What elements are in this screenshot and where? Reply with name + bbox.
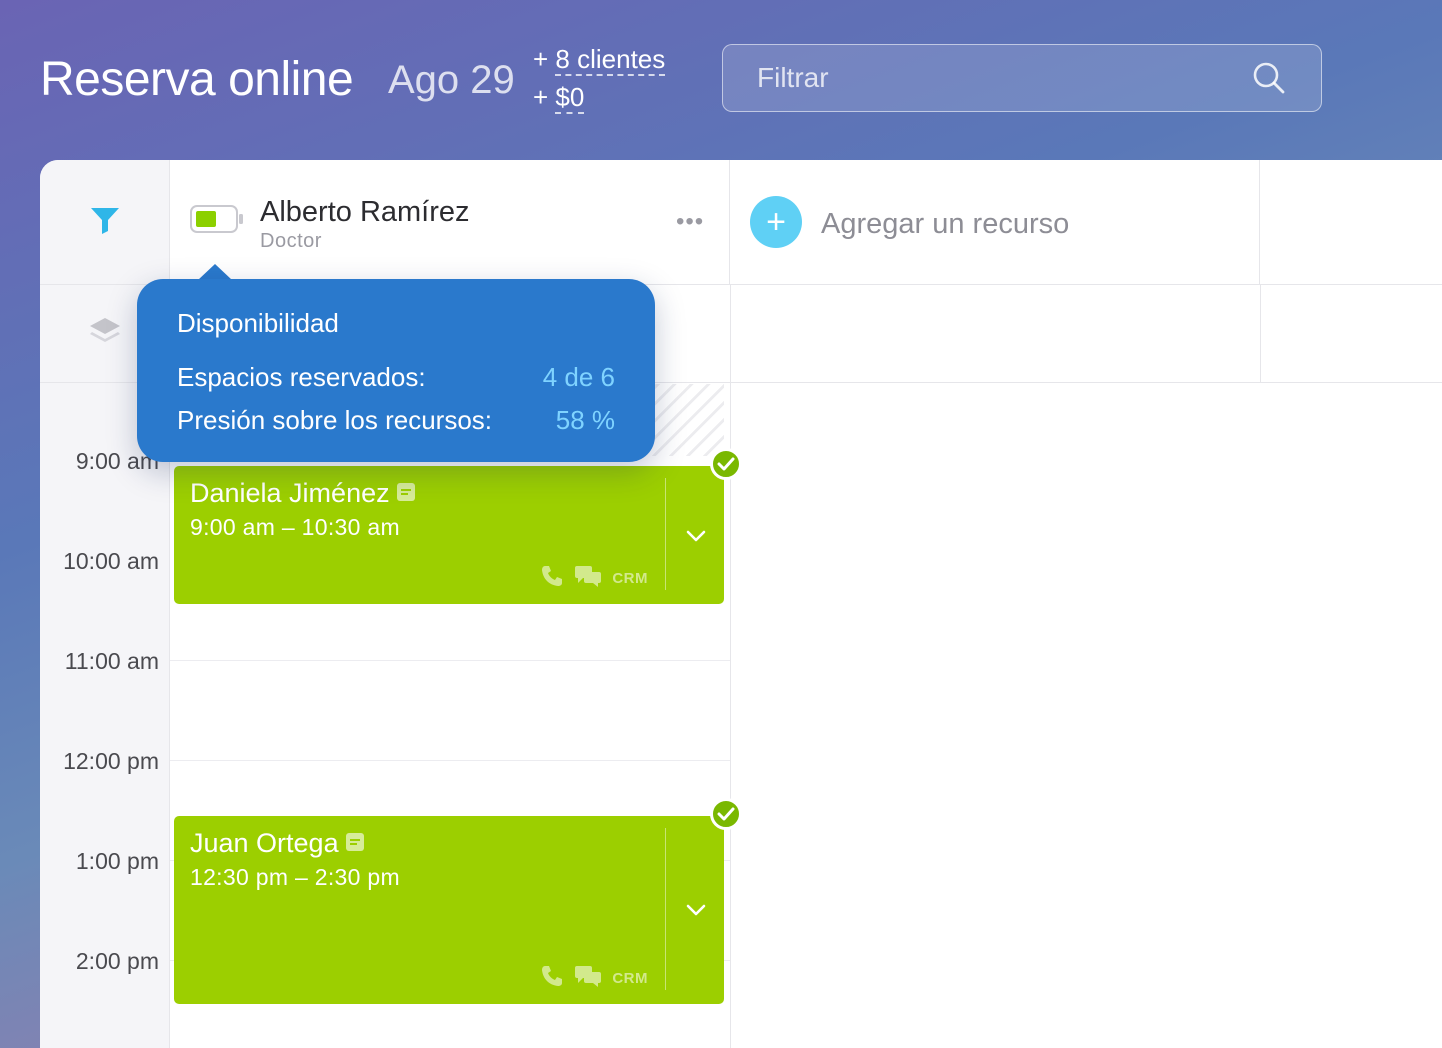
appointment-divider — [665, 828, 666, 990]
revenue-prefix: + — [533, 82, 556, 112]
add-resource-header[interactable]: + Agregar un recurso — [730, 160, 1260, 285]
check-icon — [710, 448, 742, 480]
column-divider — [1260, 285, 1261, 383]
day-stats: + 8 clientes + $0 — [533, 40, 666, 116]
tooltip-arrow — [198, 264, 232, 280]
note-icon — [396, 478, 416, 509]
search-icon[interactable] — [1251, 60, 1287, 96]
current-date[interactable]: Ago 29 — [388, 58, 515, 103]
search-input[interactable] — [757, 62, 1251, 94]
crm-link[interactable]: CRM — [612, 970, 648, 987]
chevron-down-icon[interactable] — [682, 896, 710, 924]
time-label: 2:00 pm — [75, 948, 159, 974]
appointment-divider — [665, 478, 666, 590]
note-icon — [345, 828, 365, 859]
appointment-card[interactable]: Juan Ortega 12:30 pm – 2:30 pm CRM — [174, 816, 724, 1004]
resource-role: Doctor — [260, 230, 322, 252]
filter-cell — [40, 160, 170, 285]
appointment-time: 12:30 pm – 2:30 pm — [190, 864, 400, 890]
revenue-link[interactable]: $0 — [555, 82, 585, 114]
appointment-actions: CRM — [540, 964, 648, 993]
tooltip-row: Espacios reservados: 4 de 6 — [177, 362, 615, 393]
empty-column-header — [1260, 160, 1442, 285]
crm-link[interactable]: CRM — [612, 570, 648, 587]
add-resource-button[interactable]: + — [750, 196, 802, 248]
time-label: 10:00 am — [63, 548, 159, 574]
appointment-client: Juan Ortega — [190, 828, 365, 859]
time-label: 11:00 am — [64, 648, 159, 674]
tooltip-label: Presión sobre los recursos: — [177, 405, 493, 435]
tooltip-value: 58 % — [555, 405, 615, 435]
appointment-client-name: Daniela Jiménez — [190, 478, 390, 508]
appointment-client-name: Juan Ortega — [190, 828, 339, 858]
filter-icon[interactable] — [89, 205, 121, 240]
appointment-card[interactable]: Daniela Jiménez 9:00 am – 10:30 am CRM — [174, 466, 724, 604]
add-resource-label[interactable]: Agregar un recurso — [821, 208, 1069, 241]
chat-icon[interactable] — [574, 564, 602, 593]
phone-icon[interactable] — [540, 964, 564, 993]
page-title: Reserva online — [40, 53, 354, 106]
hour-line — [170, 760, 730, 761]
time-label: 1:00 pm — [75, 848, 159, 874]
revenue-stat[interactable]: + $0 — [533, 78, 665, 116]
hour-line — [170, 660, 730, 661]
search-box[interactable] — [722, 44, 1322, 112]
availability-tooltip: Disponibilidad Espacios reservados: 4 de… — [137, 279, 655, 462]
layers-icon[interactable] — [88, 316, 122, 351]
resource-column-header[interactable]: Alberto Ramírez Doctor ••• — [170, 160, 730, 285]
chat-icon[interactable] — [574, 964, 602, 993]
tooltip-label: Espacios reservados: — [177, 362, 426, 392]
battery-icon[interactable] — [190, 205, 244, 238]
resource-name: Alberto Ramírez — [260, 196, 470, 228]
check-icon — [710, 798, 742, 830]
appointment-client: Daniela Jiménez — [190, 478, 416, 509]
time-label: 12:00 pm — [63, 748, 159, 774]
phone-icon[interactable] — [540, 564, 564, 593]
clients-stat[interactable]: + 8 clientes — [533, 40, 666, 78]
more-options-icon[interactable]: ••• — [676, 208, 704, 236]
clients-count-link[interactable]: 8 clientes — [555, 44, 666, 76]
appointment-actions: CRM — [540, 564, 648, 593]
tooltip-row: Presión sobre los recursos: 58 % — [177, 405, 615, 436]
tooltip-title: Disponibilidad — [177, 308, 339, 338]
appointment-time: 9:00 am – 10:30 am — [190, 514, 400, 540]
column-divider — [730, 285, 731, 1048]
clients-prefix: + — [533, 44, 556, 74]
tooltip-value: 4 de 6 — [542, 362, 615, 392]
chevron-down-icon[interactable] — [682, 522, 710, 550]
